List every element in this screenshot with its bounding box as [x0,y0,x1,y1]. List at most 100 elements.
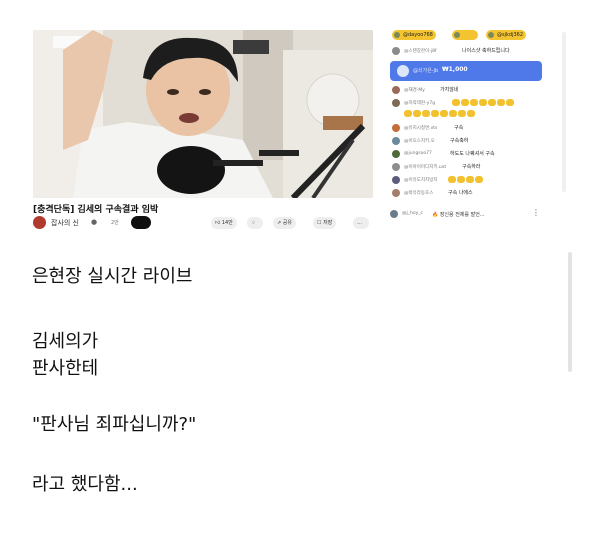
channel-row: 잡사의 신 ● 2만 👍︎ 14만 ♢ ⇗ 공유 ☐ 저장 … [33,216,373,230]
emoji-icon [448,176,456,183]
emoji-icon [458,110,466,117]
chat-avatar [392,124,400,132]
pinned-chat-message: @스텐장잔이-j8f 나이스샷 축하드립니다 [392,46,550,57]
chat-user-name: @j_hoy_c [402,211,423,216]
emoji-icon [461,99,469,106]
chat-avatar [392,137,400,145]
chat-avatar [392,176,400,184]
chat-author[interactable]: @이오스지키.오 [404,138,435,144]
streamer-video-frame [33,30,373,198]
chat-author[interactable]: @이유도지지방지 [404,177,437,183]
thumbs-up-icon: 👍︎ [215,220,221,226]
chat-author[interactable]: @스텐장잔이-j8f [404,48,437,54]
emoji-icon [466,176,474,183]
super-chat[interactable]: @쇠가은-jb ₩1,000 [390,61,542,81]
super-chat-amount: ₩1,000 [442,66,468,73]
livestream-screenshot: [충격단독] 김세의 구속결과 임박 잡사의 신 ● 2만 👍︎ 14만 ♢ ⇗… [0,0,600,232]
chat-message: @jungsoo77 하도도 나퀘셔서 구속 [392,149,550,160]
channel-name[interactable]: 잡사의 신 [51,218,79,228]
more-vert-icon[interactable]: ⋮ [532,208,540,217]
chat-message-continued [392,109,550,120]
chat-chip[interactable]: @dayoo768 [392,30,436,40]
save-label: 저장 [323,220,333,226]
post-line: "판사님 죄파십니까?" [32,414,197,435]
chat-input-text[interactable]: 🔥 장신용 전제를 발언... [432,211,485,218]
emoji-icon [431,110,439,117]
share-icon: ⇗ [277,220,282,226]
chat-avatar [392,86,400,94]
thumbs-down-icon: ♢ [251,220,256,226]
share-label: 공유 [282,220,292,226]
chat-text: 구속축하 [450,138,469,144]
emoji-icon [475,176,483,183]
chat-message: @이아이미디지키.uxt 구속하라 [392,162,550,173]
chat-author[interactable]: @자악데현-y7g [404,100,435,106]
chat-text: 나이스샷 축하드립니다 [462,48,510,54]
chat-text: 구속 나에스 [448,190,473,196]
post-body: 은현장 실시간 라이브 김세의가 판사한테 "판사님 죄파십니까?" 라고 했다… [0,232,600,547]
emoji-icon [449,110,457,117]
emoji-icon [479,99,487,106]
emoji-icon [440,110,448,117]
emoji-icon [413,110,421,117]
super-chat-avatar [397,65,409,77]
emoji-icon [404,110,412,117]
chat-message: @자악데현-y7g [392,98,550,109]
chat-message: @재경-My 가지않네 [392,85,550,96]
chat-chip[interactable]: @sjkdj362 [486,30,526,40]
chat-emojis [448,176,484,183]
emoji-icon [497,99,505,106]
video-title[interactable]: [충격단독] 김세의 구속결과 임박 [33,202,158,215]
chat-text: 하도도 나퀘셔서 구속 [450,151,495,157]
emoji-icon [457,176,465,183]
post-line: 라고 했다함... [32,474,138,495]
post-scrollbar[interactable] [568,252,572,372]
emoji-icon [488,99,496,106]
video-player[interactable] [33,30,373,198]
chat-avatar [392,99,400,107]
emoji-icon [422,110,430,117]
chat-message: @이오스지키.오 구속축하 [392,136,550,147]
chat-author[interactable]: @jungsoo77 [404,151,432,156]
chat-message: @이유도지지방지 [392,175,550,186]
chat-author[interactable]: @유지시청면.vts [404,125,437,131]
chat-avatar [392,150,400,158]
subscribe-button[interactable] [131,216,151,229]
chat-scrollbar[interactable] [562,32,566,192]
like-button[interactable]: 👍︎ 14만 [211,217,237,229]
emoji-icon [452,99,460,106]
chat-message: @유지시청면.vts 구속 [392,123,550,134]
share-button[interactable]: ⇗ 공유 [273,217,296,229]
chat-author[interactable]: @박유라동호스 [404,190,433,196]
post-line: 김세의가 [32,331,99,352]
chat-text: 구속하라 [462,164,481,170]
chat-avatar [392,47,400,55]
post-line: 판사한테 [32,358,99,379]
emoji-icon [467,110,475,117]
chat-avatar [392,163,400,171]
chat-chip[interactable] [452,30,478,40]
chat-author[interactable]: @이아이미디지키.uxt [404,164,446,170]
chat-avatar [392,189,400,197]
chat-top-chips: @dayoo768 @sjkdj362 [386,30,550,41]
more-icon: … [357,220,362,226]
chat-emojis [404,110,476,117]
emoji-icon [470,99,478,106]
chat-emojis [452,99,515,106]
chat-input-row[interactable]: @j_hoy_c 🔥 장신용 전제를 발언... ⋮ [390,207,542,221]
verified-icon: ● [91,218,98,226]
like-count: 14만 [221,220,233,226]
chat-user-avatar [390,210,398,218]
save-button[interactable]: ☐ 저장 [313,217,337,229]
emoji-icon [506,99,514,106]
chat-message: @박유라동호스 구속 나에스 [392,188,550,199]
chat-author[interactable]: @재경-My [404,87,425,93]
chat-text: 가지않네 [440,87,459,93]
more-actions-button[interactable]: … [353,217,369,229]
dislike-button[interactable]: ♢ [247,217,263,229]
save-icon: ☐ [317,220,322,226]
channel-avatar[interactable] [33,216,46,229]
chat-text: 구속 [454,125,464,131]
live-chat-panel: @dayoo768 @sjkdj362 @스텐장잔이-j8f 나이스샷 축하드립… [382,30,554,226]
super-chat-author: @쇠가은-jb [413,68,439,74]
